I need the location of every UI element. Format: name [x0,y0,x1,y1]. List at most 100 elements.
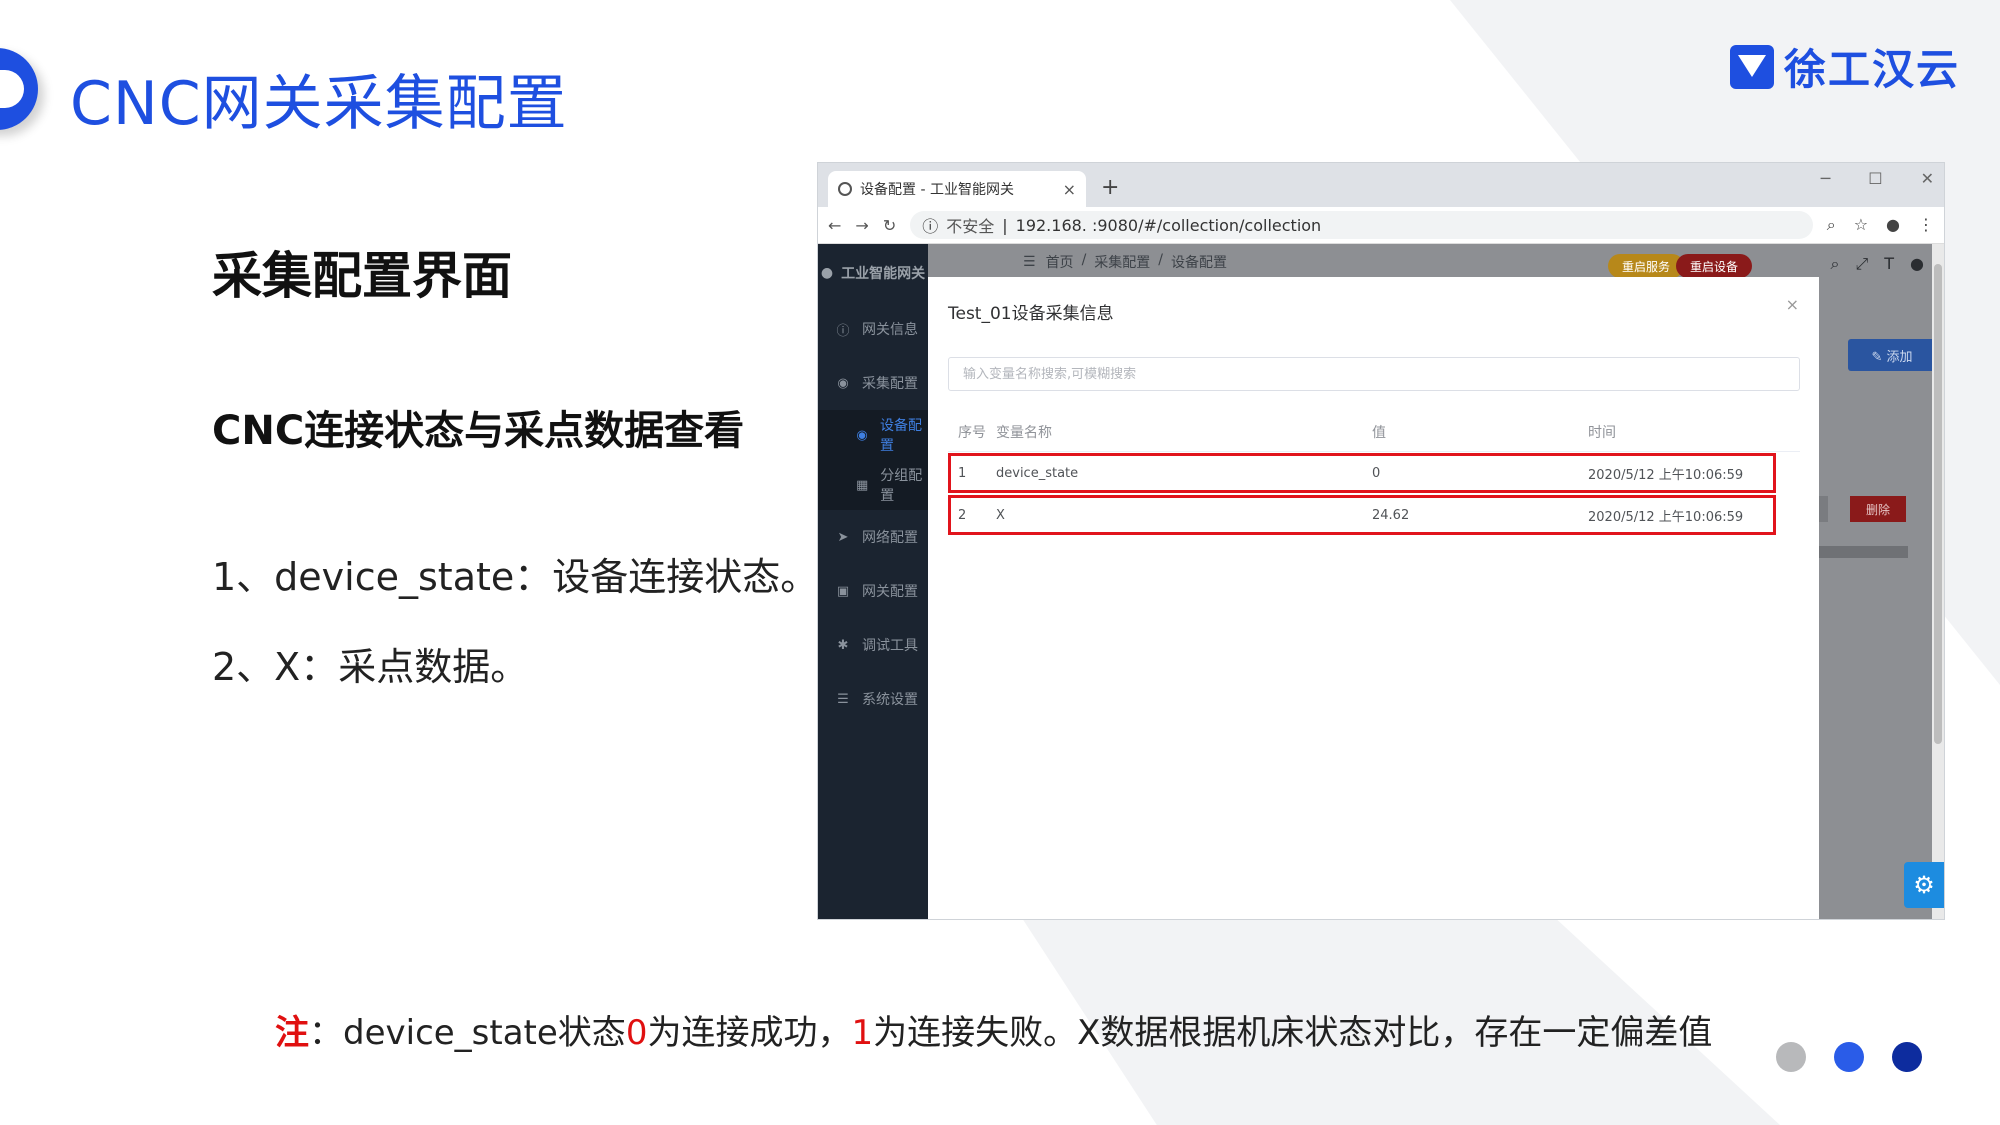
breadcrumb-separator: / [1158,252,1163,268]
delete-button[interactable]: 删除 [1850,496,1906,522]
close-window-icon[interactable]: ✕ [1921,169,1934,188]
sidebar-item-label: 调试工具 [862,638,918,654]
tab-close-icon[interactable]: × [1063,180,1076,199]
sidebar-brand: ● 工业智能网关 [818,244,928,302]
highlight-box-row-1 [948,453,1776,493]
sidebar-item-label: 网络配置 [862,530,918,546]
sidebar-item-device-config[interactable]: ◉ 设备配置 [818,410,928,460]
table-header: 序号 变量名称 值 时间 [948,413,1800,452]
footnote: 注：device_state状态0为连接成功，1为连接失败。X数据根据机床状态对… [275,1005,1712,1054]
sidebar-item-label: 分组配置 [880,468,923,504]
minimize-icon[interactable]: ─ [1821,169,1831,188]
column-header-time: 时间 [1588,425,1616,441]
note-label: 注 [275,1013,309,1053]
note-text-1: ：device_state状态 [309,1013,626,1053]
restart-device-button[interactable]: 重启设备 [1676,254,1753,278]
url-text: 192.168. :9080/#/collection/collection [1015,215,1322,235]
column-header-value: 值 [1372,425,1386,441]
note-text-2: 为连接成功， [647,1013,852,1053]
menu-dots-icon[interactable]: ⋮ [1918,215,1934,235]
top-nav: ☰ 首页 / 采集配置 / 设备配置 [1023,244,1944,280]
sidebar-item-group-config[interactable]: ▦ 分组配置 [818,460,928,510]
page-title: CNC网关采集配置 [70,69,568,139]
font-size-icon[interactable]: T [1884,254,1894,274]
dialog-close-icon[interactable]: × [1786,295,1799,314]
dialog-title: Test_01设备采集信息 [948,304,1114,324]
lock-icon: ▣ [836,583,850,599]
sidebar: ● 工业智能网关 ⓘ 网关信息 ◉ 采集配置 ◉ 设备配置 ▦ 分组配置 ➤ 网… [818,244,928,919]
browser-window: 设备配置 - 工业智能网关 × + ─ ☐ ✕ ← → ↻ ⓘ 不安全 | 19… [817,162,1945,920]
sidebar-item-system-settings[interactable]: ☰ 系统设置 [818,672,928,726]
hamburger-icon[interactable]: ☰ [1023,254,1036,270]
browser-tab[interactable]: 设备配置 - 工业智能网关 × [828,171,1086,207]
send-icon: ➤ [837,529,849,545]
user-avatar-icon: ● [820,265,834,281]
globe-icon [838,182,852,196]
sidebar-item-gateway-config[interactable]: ▣ 网关配置 [818,564,928,618]
breadcrumb-separator: / [1081,252,1087,268]
sidebar-item-network-config[interactable]: ➤ 网络配置 [818,510,928,564]
insecure-label: 不安全 [946,217,995,236]
toolbar-icons: ⌕ ⤢ T ● [1830,254,1924,274]
dot-blue [1834,1042,1864,1072]
dot-navy [1892,1042,1922,1072]
title-marker-icon [0,48,38,130]
profile-icon[interactable]: ● [1886,215,1900,235]
dashboard-icon: ◉ [837,375,849,391]
bug-icon: ✱ [837,637,849,653]
pagination-dots [1776,1042,1922,1072]
new-tab-button[interactable]: + [1101,175,1119,200]
user-avatar-icon[interactable]: ● [1910,254,1924,274]
column-header-name: 变量名称 [996,425,1052,441]
sidebar-item-label: 网关信息 [862,322,918,338]
info-icon: ⓘ [836,323,850,339]
add-button[interactable]: ✎ 添加 [1848,339,1936,371]
sidebar-item-label: 设备配置 [880,418,922,454]
reload-icon[interactable]: ↻ [883,216,896,235]
zoom-icon[interactable]: ⌕ [1827,215,1836,235]
sidebar-item-label: 系统设置 [862,692,918,708]
breadcrumb-device: 设备配置 [1171,255,1227,271]
bullet-item-1: 1、device_state：设备连接状态。 [212,555,819,599]
note-zero: 0 [625,1013,648,1053]
settings-gear-icon[interactable]: ⚙ [1904,862,1944,908]
bookmark-star-icon[interactable]: ☆ [1854,215,1868,235]
breadcrumb-collection[interactable]: 采集配置 [1094,252,1150,272]
sidebar-item-label: 采集配置 [862,376,918,392]
sidebar-item-debug-tools[interactable]: ✱ 调试工具 [818,618,928,672]
column-header-index: 序号 [958,425,986,441]
window-controls: ─ ☐ ✕ [1821,169,1934,188]
grid-icon: ▦ [856,477,869,493]
device-info-dialog: Test_01设备采集信息 × 序号 变量名称 值 时间 1 device_st… [928,277,1819,919]
breadcrumb-home[interactable]: 首页 [1046,252,1074,272]
tab-title: 设备配置 - 工业智能网关 [860,182,1014,198]
sidebar-item-collection-config[interactable]: ◉ 采集配置 [818,356,928,410]
fullscreen-icon[interactable]: ⤢ [1855,254,1868,274]
horizontal-scrollbar[interactable] [1812,546,1908,558]
vertical-scrollbar[interactable] [1932,244,1944,919]
note-text-3: 为连接失败。X数据根据机床状态对比，存在一定偏差值 [873,1013,1713,1053]
tab-bar: 设备配置 - 工业智能网关 × + ─ ☐ ✕ [818,163,1944,207]
sidebar-item-gateway-info[interactable]: ⓘ 网关信息 [818,302,928,356]
highlight-box-row-2 [948,495,1776,535]
company-logo: 徐工汉云 [1729,36,1960,97]
variable-search-input[interactable] [948,357,1800,391]
back-arrow-icon[interactable]: ← [828,216,841,235]
url-divider: | [1002,215,1008,235]
sidebar-item-label: 网关配置 [862,584,918,600]
maximize-icon[interactable]: ☐ [1868,169,1882,188]
section-heading: 采集配置界面 [212,247,512,305]
scroll-thumb[interactable] [1934,264,1942,744]
address-bar-row: ← → ↻ ⓘ 不安全 | 192.168. :9080/#/collectio… [818,207,1944,244]
forward-arrow-icon[interactable]: → [855,216,868,235]
search-icon[interactable]: ⌕ [1830,254,1839,274]
note-one: 1 [851,1013,874,1053]
url-field[interactable]: ⓘ 不安全 | 192.168. :9080/#/collection/coll… [910,211,1813,239]
app-viewport: ● 工业智能网关 ⓘ 网关信息 ◉ 采集配置 ◉ 设备配置 ▦ 分组配置 ➤ 网… [818,244,1944,919]
logo-shield-icon [1729,44,1774,89]
restart-service-button[interactable]: 重启服务 [1608,254,1685,278]
sub-heading: CNC连接状态与采点数据查看 [212,408,745,454]
info-icon[interactable]: ⓘ [922,213,938,237]
brand-name: 工业智能网关 [841,266,926,282]
list-icon: ☰ [837,691,849,707]
